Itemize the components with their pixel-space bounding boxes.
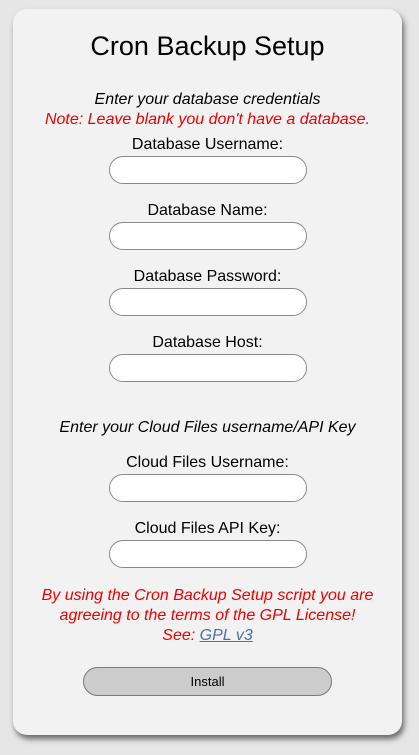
cloud-username-input[interactable] — [108, 474, 307, 502]
db-intro: Enter your database credentials Note: Le… — [13, 90, 402, 130]
db-note: Note: Leave blank you don't have a datab… — [44, 111, 371, 128]
cloud-username-label: Cloud Files Username: — [126, 454, 289, 471]
cloud-apikey-field: Cloud Files API Key: — [13, 520, 402, 568]
license-notice: By using the Cron Backup Setup script yo… — [13, 586, 402, 646]
db-name-label: Database Name: — [147, 202, 268, 219]
db-host-input[interactable] — [108, 354, 307, 382]
setup-form: Cron Backup Setup Enter your database cr… — [13, 9, 402, 735]
db-heading: Enter your database credentials — [94, 91, 321, 108]
install-button[interactable]: Install — [83, 667, 332, 696]
db-password-input[interactable] — [108, 288, 307, 316]
cloud-heading: Enter your Cloud Files username/API Key — [59, 419, 356, 436]
cloud-apikey-input[interactable] — [108, 540, 307, 568]
db-name-input[interactable] — [108, 222, 307, 250]
db-host-label: Database Host: — [152, 334, 263, 351]
db-username-label: Database Username: — [131, 136, 284, 153]
gpl-link[interactable]: GPL v3 — [200, 627, 253, 644]
db-password-field: Database Password: — [13, 268, 402, 316]
db-name-field: Database Name: — [13, 202, 402, 250]
db-username-input[interactable] — [108, 156, 307, 184]
db-host-field: Database Host: — [13, 334, 402, 382]
cloud-username-field: Cloud Files Username: — [13, 454, 402, 502]
license-text: By using the Cron Backup Setup script yo… — [41, 587, 374, 624]
db-password-label: Database Password: — [133, 268, 282, 285]
page-title: Cron Backup Setup — [90, 31, 325, 61]
cloud-apikey-label: Cloud Files API Key: — [134, 520, 281, 537]
license-see-prefix: See: — [162, 627, 200, 644]
db-username-field: Database Username: — [13, 136, 402, 184]
license-see: See: GPL v3 — [35, 626, 380, 646]
